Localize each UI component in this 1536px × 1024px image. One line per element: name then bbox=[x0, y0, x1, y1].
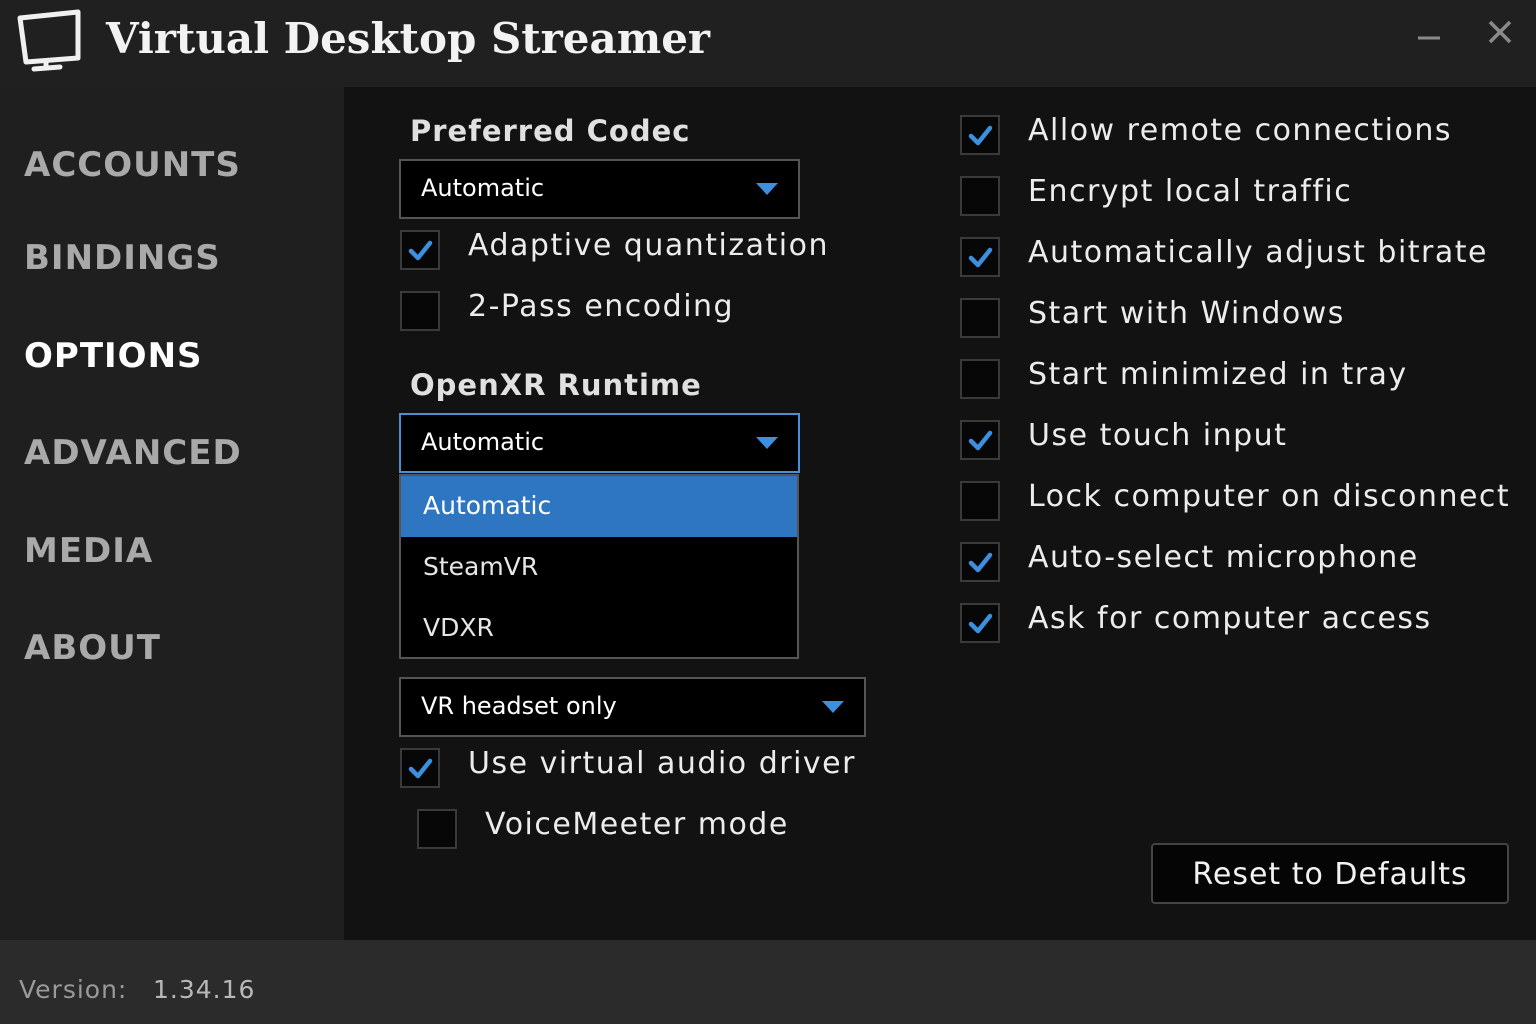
audio-output-value: VR headset only bbox=[421, 692, 617, 720]
preferred-codec-select[interactable]: Automatic bbox=[399, 159, 800, 219]
checkbox-label: Automatically adjust bitrate bbox=[1028, 235, 1488, 270]
checkmark-icon bbox=[968, 430, 993, 451]
dropdown-option-automatic[interactable]: Automatic bbox=[401, 476, 797, 537]
audio-output-select[interactable]: VR headset only bbox=[399, 677, 866, 737]
sidebar-item-options[interactable]: OPTIONS bbox=[24, 336, 203, 376]
dropdown-option-label: SteamVR bbox=[423, 552, 539, 581]
checkbox-box[interactable] bbox=[400, 230, 440, 270]
close-icon[interactable] bbox=[1486, 18, 1514, 46]
version-label: Version: bbox=[19, 975, 128, 1004]
dropdown-option-label: Automatic bbox=[423, 491, 552, 520]
checkmark-icon bbox=[968, 613, 993, 634]
checkbox-label: Encrypt local traffic bbox=[1028, 174, 1353, 209]
title-bar: Virtual Desktop Streamer bbox=[0, 0, 1536, 87]
checkbox-label: Allow remote connections bbox=[1028, 113, 1453, 148]
checkmark-icon bbox=[968, 247, 993, 268]
dropdown-option-vdxr[interactable]: VDXR bbox=[401, 598, 797, 659]
checkbox-box[interactable] bbox=[960, 481, 1000, 521]
chevron-down-icon bbox=[822, 701, 844, 713]
dropdown-option-steamvr[interactable]: SteamVR bbox=[401, 537, 797, 598]
checkbox-box[interactable] bbox=[417, 809, 457, 849]
checkbox-box[interactable] bbox=[960, 420, 1000, 460]
checkmark-icon bbox=[408, 758, 433, 779]
checkbox-box[interactable] bbox=[960, 359, 1000, 399]
reset-button-label: Reset to Defaults bbox=[1192, 857, 1468, 892]
checkbox-label: Use touch input bbox=[1028, 418, 1288, 453]
footer: Version: 1.34.16 bbox=[0, 940, 1536, 1024]
checkbox-label: Ask for computer access bbox=[1028, 601, 1432, 636]
preferred-codec-label: Preferred Codec bbox=[410, 114, 691, 148]
checkbox-box[interactable] bbox=[960, 542, 1000, 582]
sidebar: ACCOUNTS BINDINGS OPTIONS ADVANCED MEDIA… bbox=[0, 87, 344, 940]
preferred-codec-value: Automatic bbox=[421, 174, 545, 202]
checkbox-box[interactable] bbox=[960, 115, 1000, 155]
checkbox-box[interactable] bbox=[400, 291, 440, 331]
sidebar-item-media[interactable]: MEDIA bbox=[24, 531, 153, 571]
checkbox-label: VoiceMeeter mode bbox=[485, 807, 789, 842]
checkbox-label: Use virtual audio driver bbox=[468, 746, 856, 781]
sidebar-item-advanced[interactable]: ADVANCED bbox=[24, 433, 242, 473]
openxr-runtime-label: OpenXR Runtime bbox=[410, 368, 702, 402]
checkbox-box[interactable] bbox=[960, 237, 1000, 277]
checkbox-label: Adaptive quantization bbox=[468, 228, 829, 263]
checkmark-icon bbox=[968, 552, 993, 573]
chevron-down-icon bbox=[756, 183, 778, 195]
checkmark-icon bbox=[408, 240, 433, 261]
checkbox-box[interactable] bbox=[960, 298, 1000, 338]
reset-to-defaults-button[interactable]: Reset to Defaults bbox=[1151, 843, 1509, 904]
monitor-icon bbox=[17, 9, 81, 72]
checkbox-box[interactable] bbox=[960, 603, 1000, 643]
checkmark-icon bbox=[968, 125, 993, 146]
sidebar-item-about[interactable]: ABOUT bbox=[24, 628, 161, 668]
chevron-down-icon bbox=[756, 437, 778, 449]
checkbox-box[interactable] bbox=[960, 176, 1000, 216]
openxr-runtime-value: Automatic bbox=[421, 428, 545, 456]
version-value: 1.34.16 bbox=[153, 975, 256, 1004]
app-title: Virtual Desktop Streamer bbox=[106, 14, 711, 63]
dropdown-option-label: VDXR bbox=[423, 613, 494, 642]
sidebar-item-accounts[interactable]: ACCOUNTS bbox=[24, 145, 241, 185]
openxr-runtime-dropdown: Automatic SteamVR VDXR bbox=[399, 474, 799, 659]
checkbox-label: Start minimized in tray bbox=[1028, 357, 1408, 392]
sidebar-item-bindings[interactable]: BINDINGS bbox=[24, 238, 221, 278]
checkbox-label: 2-Pass encoding bbox=[468, 289, 735, 324]
minimize-icon[interactable] bbox=[1416, 24, 1442, 50]
checkbox-box[interactable] bbox=[400, 748, 440, 788]
checkbox-label: Lock computer on disconnect bbox=[1028, 479, 1511, 514]
openxr-runtime-select[interactable]: Automatic bbox=[399, 413, 800, 473]
checkbox-label: Auto-select microphone bbox=[1028, 540, 1419, 575]
checkbox-label: Start with Windows bbox=[1028, 296, 1345, 331]
